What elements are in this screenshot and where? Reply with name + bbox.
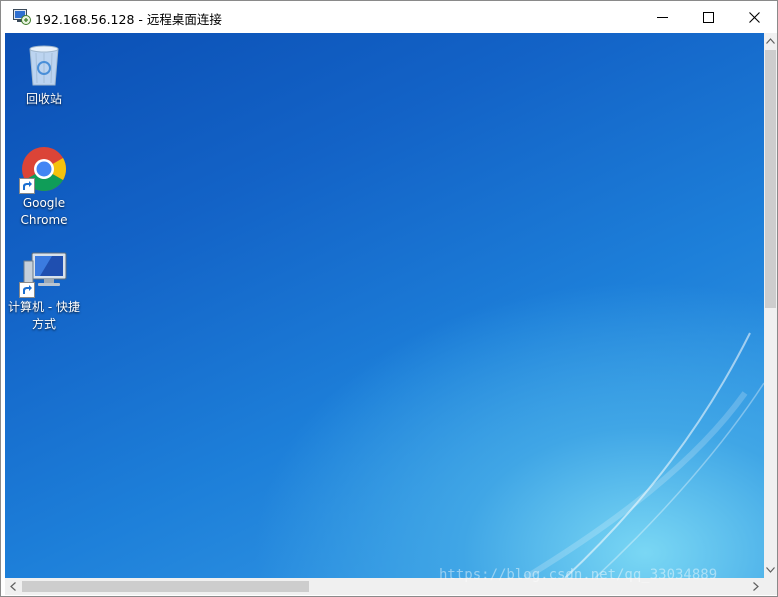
desktop-icon-label: 回收站 bbox=[25, 92, 62, 106]
horizontal-scroll-thumb[interactable] bbox=[22, 581, 309, 592]
shortcut-arrow-icon bbox=[19, 178, 35, 194]
remote-desktop-window: 192.168.56.128 - 远程桌面连接 回收站 Google Chrom… bbox=[0, 0, 778, 597]
close-button[interactable] bbox=[731, 1, 777, 33]
window-title: 192.168.56.128 - 远程桌面连接 bbox=[35, 12, 222, 27]
watermark-text: https://blog.csdn.net/qq_33034889 bbox=[439, 567, 718, 583]
desktop-icon-google-chrome[interactable]: Google Chrome bbox=[6, 145, 82, 229]
title-bar[interactable]: 192.168.56.128 - 远程桌面连接 bbox=[1, 1, 777, 33]
minimize-button[interactable] bbox=[639, 1, 685, 33]
scroll-down-icon[interactable] bbox=[766, 567, 775, 573]
remote-desktop-area[interactable]: 回收站 Google Chrome 计算机 - 快捷方式 bbox=[5, 33, 764, 578]
scroll-up-icon[interactable] bbox=[766, 38, 775, 44]
vertical-scrollbar[interactable] bbox=[764, 33, 777, 578]
desktop-icon-label: Google Chrome bbox=[20, 196, 68, 227]
recycle-bin-icon bbox=[29, 45, 59, 86]
desktop-icon-computer-shortcut[interactable]: 计算机 - 快捷方式 bbox=[6, 249, 82, 333]
close-icon bbox=[748, 11, 760, 23]
maximize-icon bbox=[702, 11, 714, 23]
desktop-icon-label: 计算机 - 快捷方式 bbox=[8, 300, 80, 331]
scroll-left-icon[interactable] bbox=[10, 582, 16, 591]
maximize-button[interactable] bbox=[685, 1, 731, 33]
scrollbar-corner bbox=[764, 578, 777, 595]
remote-desktop-icon bbox=[13, 9, 31, 25]
minimize-icon bbox=[656, 16, 668, 18]
desktop-icon-recycle-bin[interactable]: 回收站 bbox=[6, 41, 82, 108]
wallpaper-swoosh bbox=[523, 332, 764, 578]
vertical-scroll-thumb[interactable] bbox=[765, 50, 776, 308]
shortcut-arrow-icon bbox=[19, 282, 35, 298]
scroll-right-icon[interactable] bbox=[753, 582, 759, 591]
